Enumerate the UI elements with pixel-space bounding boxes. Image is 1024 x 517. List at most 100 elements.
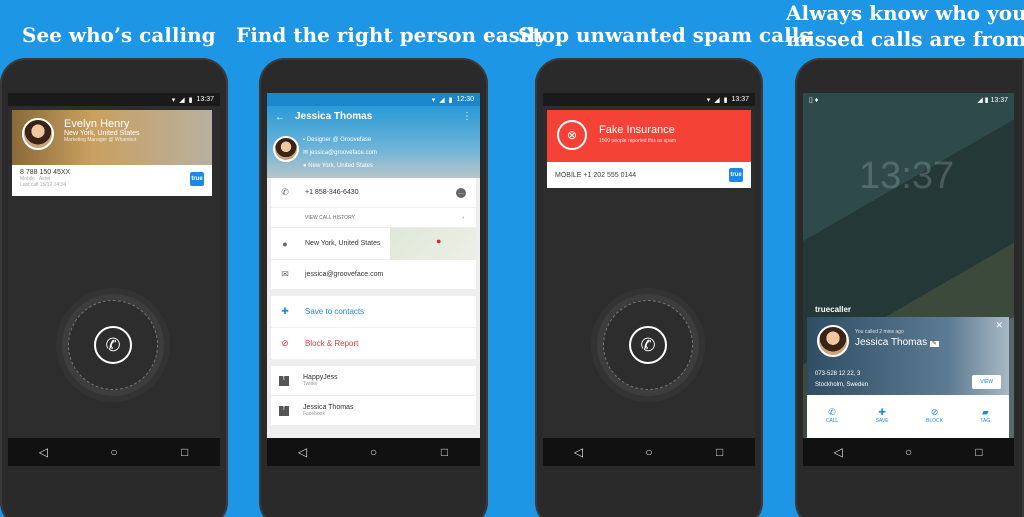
headline-find-right-person: Find the right person easily [236,23,547,47]
home-icon[interactable]: ○ [104,445,124,459]
spam-subtitle: 1500 people reported this as spam [599,138,676,144]
nav-bar: ◁ ○ □ [8,438,220,466]
signal-icon: ◢ ▮ [977,96,989,104]
status-bar: ▯ ♦ ◢ ▮ 13:37 [803,93,1014,106]
incoming-call-ring[interactable]: ✆ [603,300,693,390]
home-icon[interactable]: ○ [639,445,659,459]
call-action-button[interactable]: ✆ CALL [826,407,839,424]
spam-number: MOBILE +1 202 555 0144 [555,171,637,179]
add-person-icon: ✚ [878,406,886,417]
phone-3-screen: ▾ ◢ ▮ 13:37 ⊗ Fake Insurance 1500 people… [543,93,755,465]
phone-1: ▾ ◢ ▮ 13:37 Evelyn Henry New York, Unite… [0,58,228,517]
missed-call-card[interactable]: You called 2 mins ago Jessica Thomas ✎ ✕… [807,317,1009,439]
social-source: Facebook [303,411,325,417]
profile-location: New York, United States [308,163,373,169]
back-icon[interactable]: ◁ [293,445,313,459]
mail-icon: ✉ [281,269,289,279]
map-pin-icon: ● [436,236,442,246]
status-bar: ▾ ◢ ▮ 13:37 [8,93,220,106]
call-action-label: CALL [825,417,839,424]
headline-missed-calls-2: missed calls are from [786,27,1024,51]
location-pin-icon: ● [282,238,288,249]
tag-icon: ▰ [981,406,989,417]
phone-icon[interactable]: ✆ [629,326,667,364]
email-icon: ✉ [303,150,309,156]
battery-icon: ▮ [188,96,193,104]
recents-icon[interactable]: □ [175,445,195,459]
social-row-facebook[interactable]: f Jessica Thomas Facebook [271,396,476,426]
home-icon[interactable]: ○ [898,445,918,459]
map-thumbnail[interactable]: ● [390,228,476,260]
block-report-label: Block & Report [305,339,359,348]
recents-icon[interactable]: □ [435,445,455,459]
view-call-history[interactable]: VIEW CALL HISTORY › [271,208,476,228]
email-text: jessica@grooveface.com [305,271,384,278]
phone-3: ▾ ◢ ▮ 13:37 ⊗ Fake Insurance 1500 people… [535,58,763,517]
phone-icon: ✆ [281,187,289,197]
headline-missed-calls-1: Always know who your [786,1,1024,25]
tag-action-button[interactable]: ▰ TAG [980,407,990,424]
block-action-button[interactable]: ⊘ BLOCK [926,407,943,424]
block-report-button[interactable]: ⊘ Block & Report [271,328,476,360]
truecaller-badge: true [190,171,204,186]
location-text: New York, United States [305,240,381,247]
actions-card: ✚ Save to contacts ⊘ Block & Report [271,296,476,360]
wifi-icon: ▾ [171,96,176,104]
caller-number: 8 788 150 45XX [20,169,71,176]
phone-number: +1 858-346-6430 [305,189,359,196]
spam-card[interactable]: ⊗ Fake Insurance 1500 people reported th… [547,110,751,188]
nav-bar: ◁ ○ □ [803,438,1014,466]
back-icon[interactable]: ◁ [33,445,53,459]
contact-details: ✆ +1 858-346-6430 … VIEW CALL HISTORY › ●… [271,178,476,290]
status-time: 13:37 [990,96,1008,104]
briefcase-icon: ▪ [303,137,306,143]
tag-action-label: TAG [980,417,991,424]
back-icon[interactable]: ◁ [828,445,848,459]
notification-icons: ▯ ♦ [809,96,819,104]
phone-icon[interactable]: ✆ [94,326,132,364]
phone-2: ▾ ◢ ▮ 12:30 ← Jessica Thomas ⋮ ▪ Designe… [259,58,488,517]
twitter-icon: t [279,375,289,386]
email-row[interactable]: ✉ jessica@grooveface.com [271,260,476,290]
edit-icon[interactable]: ✎ [929,341,939,347]
social-source: Twitter [303,381,318,387]
caller-name: Evelyn Henry [64,118,130,130]
facebook-icon: f [279,405,289,416]
location-row[interactable]: ● New York, United States ● [271,228,476,260]
status-bar: ▾ ◢ ▮ 13:37 [543,93,755,106]
back-icon[interactable]: ◁ [568,445,588,459]
signal-icon: ◢ [439,96,445,104]
avatar [817,325,849,357]
caller-id-card[interactable]: Evelyn Henry New York, United States Mar… [12,110,212,196]
social-row-twitter[interactable]: t HappyJess Twitter [271,366,476,396]
block-action-label: BLOCK [926,417,943,424]
save-contact-button[interactable]: ✚ Save to contacts [271,296,476,328]
truecaller-badge: true [729,168,743,182]
phone-4-screen: ▯ ♦ ◢ ▮ 13:37 13:37 truecaller You calle… [803,93,1014,465]
add-person-icon: ✚ [281,306,289,316]
back-arrow-icon[interactable]: ← [275,112,285,123]
view-button[interactable]: VIEW [972,375,1001,389]
recents-icon[interactable]: □ [969,445,989,459]
more-options-icon[interactable]: ⋮ [462,111,472,122]
home-icon[interactable]: ○ [364,445,384,459]
close-icon[interactable]: ✕ [995,320,1003,331]
save-action-button[interactable]: ✚ SAVE [876,407,889,424]
status-bar: ▾ ◢ ▮ 12:30 [267,93,480,106]
incoming-call-ring[interactable]: ✆ [68,300,158,390]
save-action-label: SAVE [875,417,889,424]
phone-1-screen: ▾ ◢ ▮ 13:37 Evelyn Henry New York, Unite… [8,93,220,465]
location-icon: ● [303,163,307,169]
message-icon[interactable]: … [456,187,466,198]
profile-job: Designer @ Groovefase [306,137,372,143]
wifi-icon: ▾ [706,96,711,104]
phone-row[interactable]: ✆ +1 858-346-6430 … [271,178,476,208]
phone-4: ▯ ♦ ◢ ▮ 13:37 13:37 truecaller You calle… [795,58,1024,517]
nav-bar: ◁ ○ □ [267,438,480,466]
profile-email: jessica@grooveface.com [309,150,377,156]
block-icon: ⊘ [281,338,289,348]
lockscreen-clock: 13:37 [859,155,955,197]
nav-bar: ◁ ○ □ [543,438,755,466]
social-card: t HappyJess Twitter f Jessica Thomas Faceb… [271,366,476,426]
recents-icon[interactable]: □ [710,445,730,459]
